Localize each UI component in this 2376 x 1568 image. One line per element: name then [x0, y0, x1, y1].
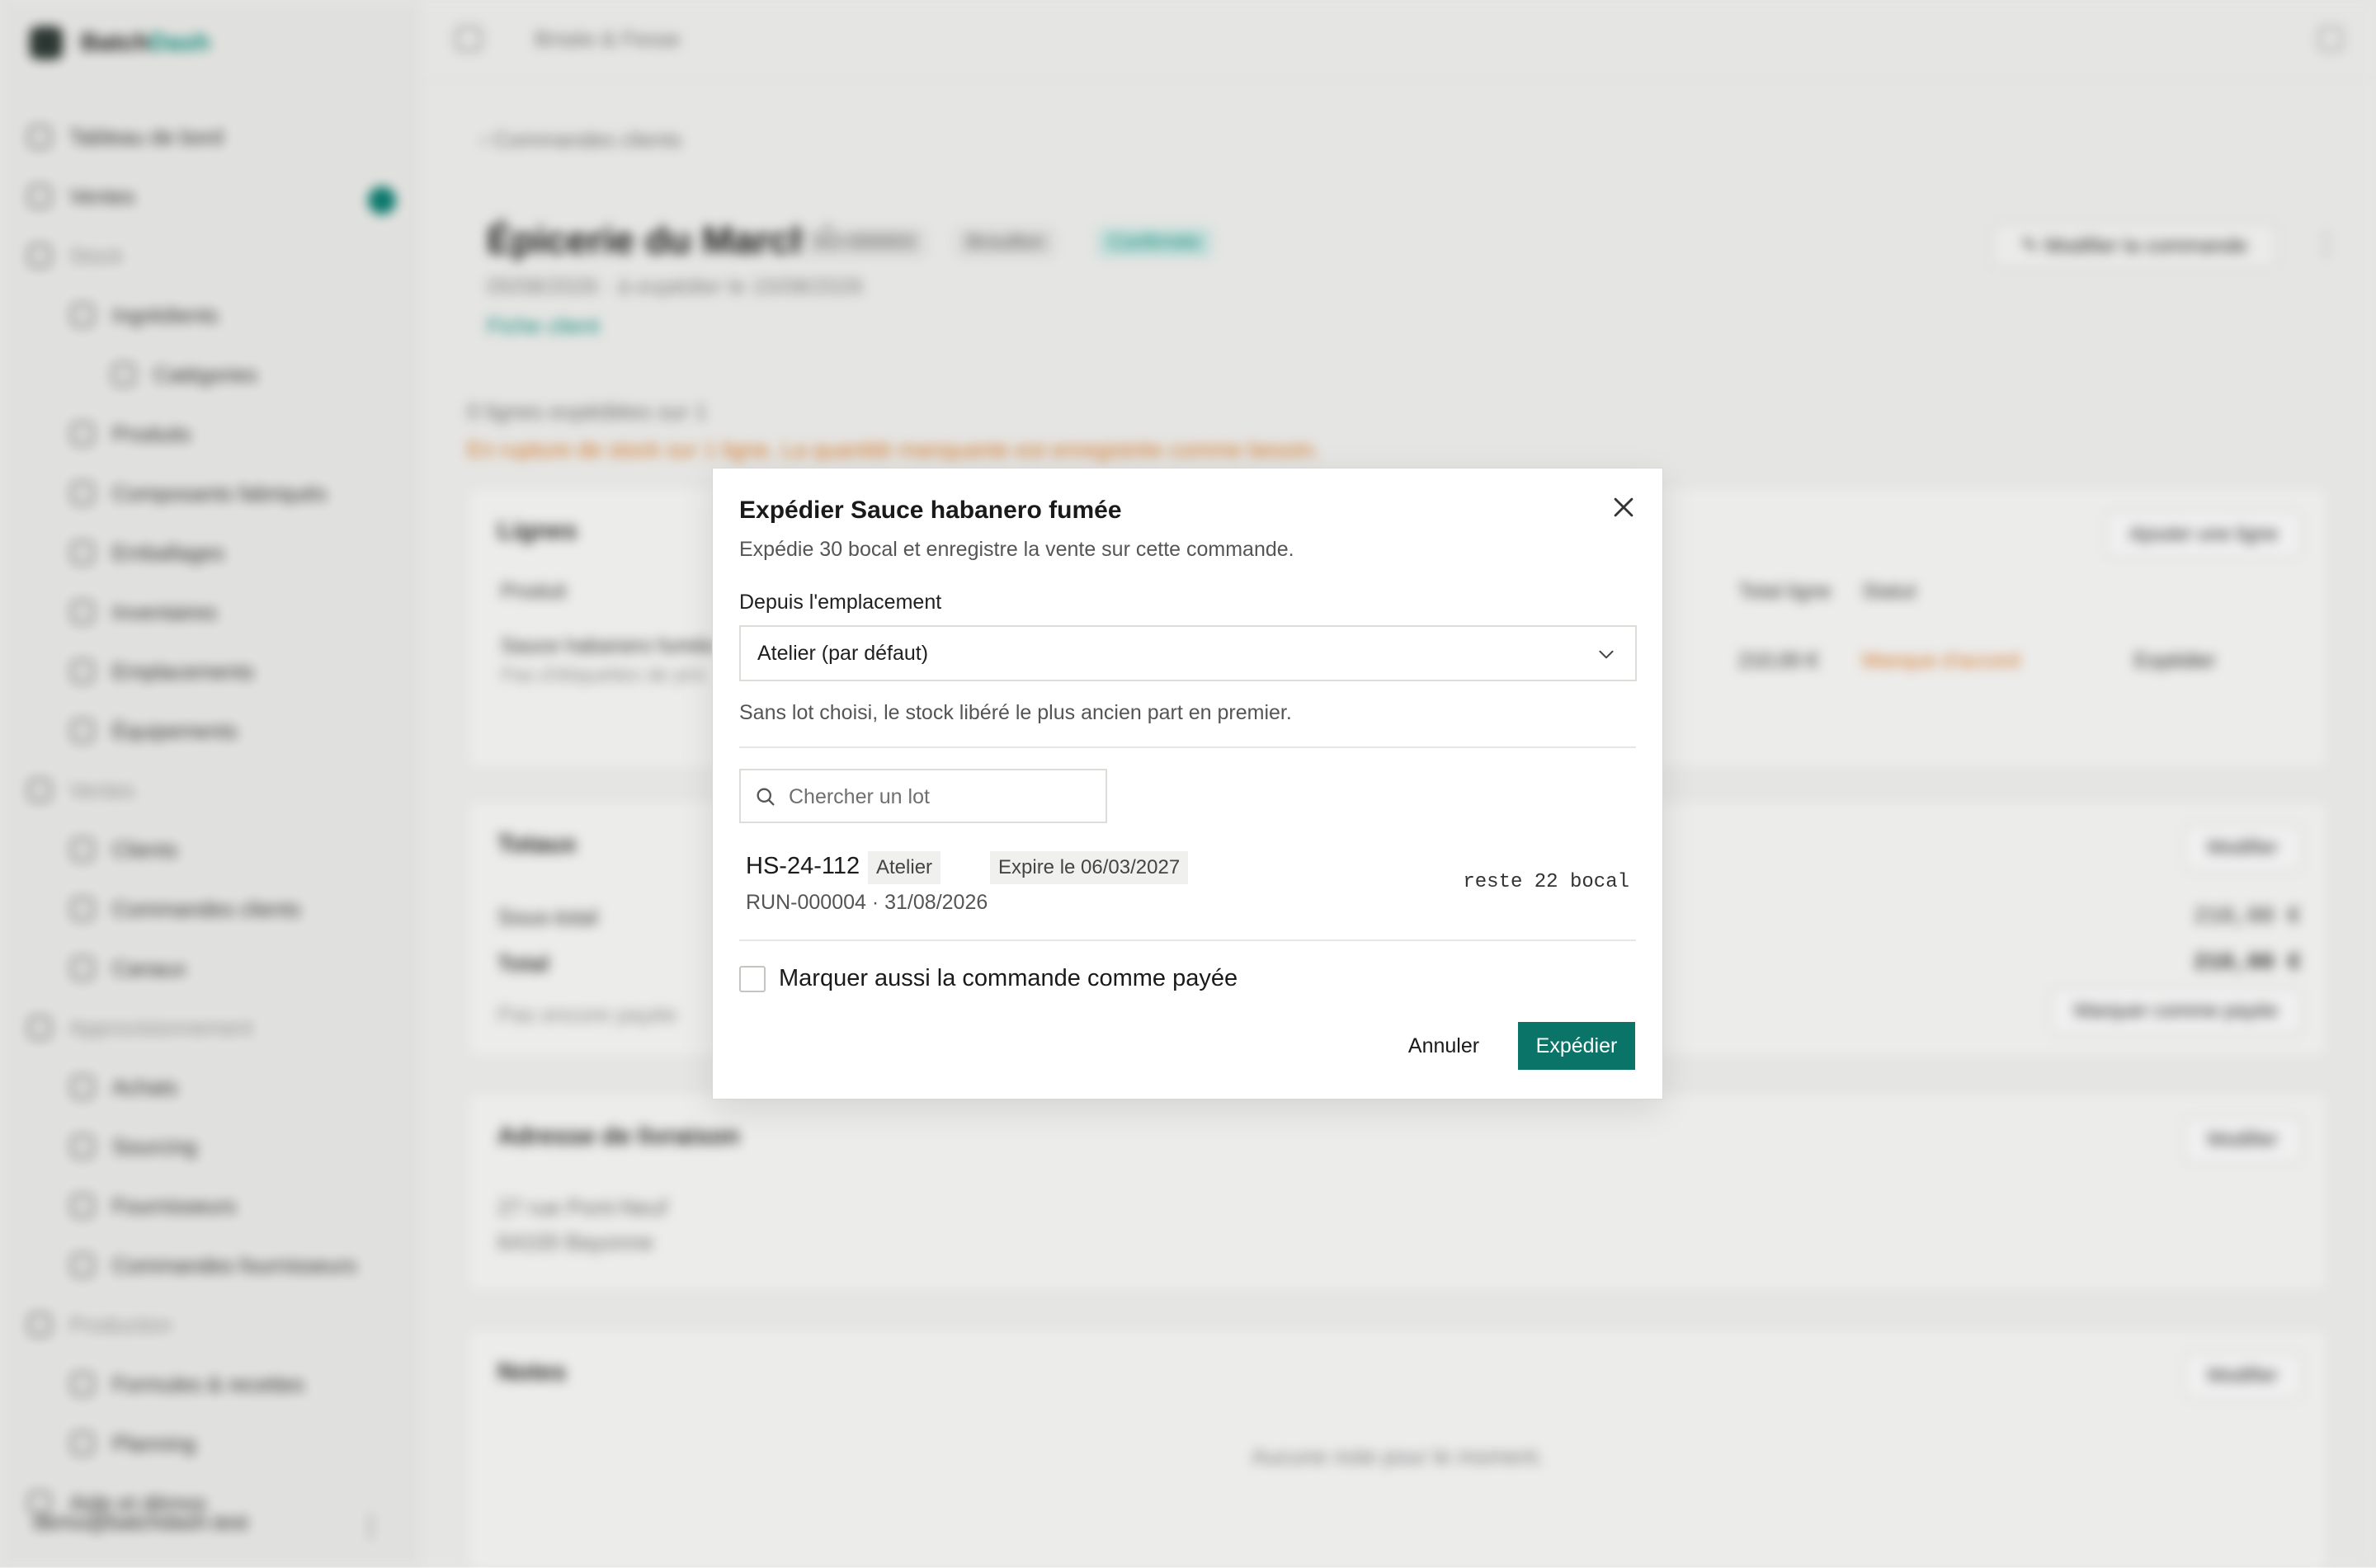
close-icon[interactable] [1610, 493, 1638, 521]
lot-search-input[interactable] [787, 770, 1104, 823]
location-select[interactable]: Atelier (par défaut) [739, 625, 1637, 681]
lot-option[interactable]: HS-24-112 Atelier Expire le 06/03/2027 R… [739, 831, 1636, 922]
lot-search[interactable] [739, 769, 1107, 823]
dialog-title: Expédier Sauce habanero fumée [739, 497, 1122, 524]
lot-remaining: reste 22 bocal [1463, 871, 1629, 893]
location-label: Depuis l'emplacement [739, 591, 942, 614]
lot-id: HS-24-112 [746, 853, 860, 879]
divider [739, 746, 1636, 748]
lot-expiry-tag: Expire le 06/03/2027 [990, 851, 1189, 884]
lot-location-tag: Atelier [868, 851, 941, 884]
cancel-button[interactable]: Annuler [1398, 1022, 1490, 1070]
divider [739, 939, 1636, 941]
location-value: Atelier (par défaut) [757, 642, 929, 665]
ship-button[interactable]: Expédier [1518, 1022, 1635, 1070]
fifo-hint: Sans lot choisi, le stock libéré le plus… [739, 701, 1292, 724]
mark-paid-checkbox[interactable] [739, 966, 766, 992]
mark-paid-label[interactable]: Marquer aussi la commande comme payée [779, 965, 1238, 992]
lot-run: RUN-000004 · 31/08/2026 [746, 891, 988, 914]
ship-dialog: Expédier Sauce habanero fumée Expédie 30… [712, 468, 1663, 1099]
dialog-description: Expédie 30 bocal et enregistre la vente … [739, 538, 1294, 561]
chevron-down-icon [1599, 650, 1614, 659]
search-icon [757, 788, 775, 806]
